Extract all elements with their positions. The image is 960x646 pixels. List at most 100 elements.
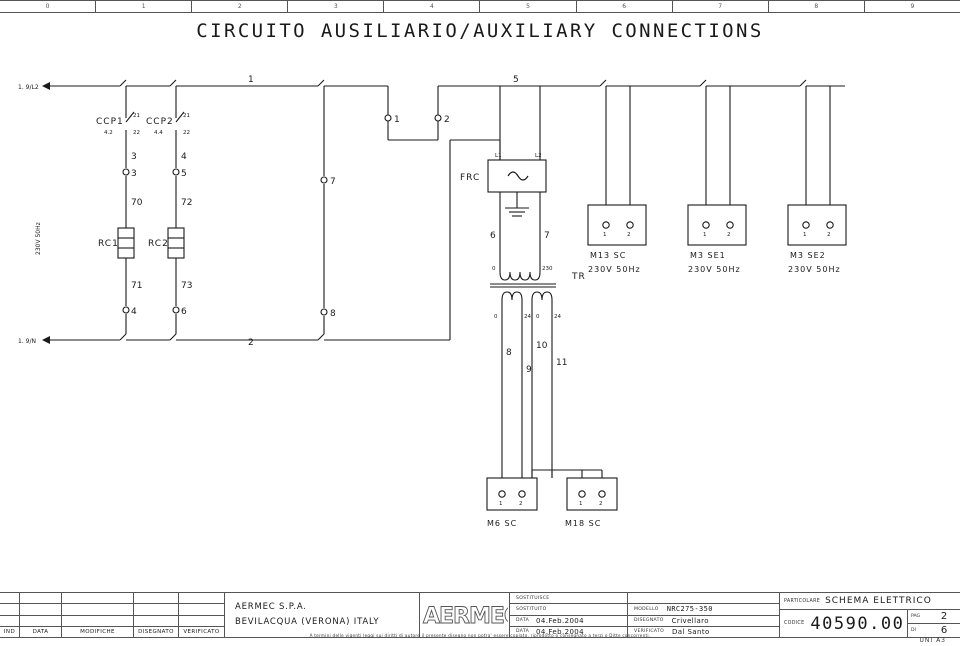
wire-label-70: 70 — [131, 198, 143, 208]
revision-cell — [179, 604, 224, 614]
contactor-ref-ccp1: 4.2 — [104, 130, 113, 136]
terminal-pin: 1 — [499, 501, 503, 507]
svg-text:AERMEC: AERMEC — [423, 604, 508, 629]
page-value: 2 — [940, 611, 948, 622]
terminal-pin: 1 — [603, 232, 607, 238]
wire-label-11-sec: 11 — [556, 358, 567, 368]
revision-cell — [62, 604, 134, 615]
wire-label-term-2: 2 — [444, 115, 450, 125]
particular-label: PARTICOLARE — [784, 598, 821, 604]
revision-cell — [0, 615, 20, 626]
terminal-block-name-m13sc: M13 SC — [590, 251, 626, 260]
wire-label-4-node: 4 — [131, 307, 137, 317]
date1-field: DATA 04.Feb.2004 — [510, 615, 628, 626]
meta-row-sostituito: SOSTITUITO MODELLO NRC275-350 — [510, 604, 779, 616]
terminal-pin: 2 — [627, 232, 631, 238]
meta-row-drawn: DATA 04.Feb.2004 DISEGNATO Crivellaro — [510, 615, 779, 627]
supply-voltage-label: 230V 50Hz — [35, 222, 42, 255]
document-meta: SOSTITUISCE SOSTITUITO MODELLO NRC275-35… — [510, 593, 780, 637]
sostituisce-field: SOSTITUISCE — [510, 593, 628, 604]
transformer-sec1-24: 24 — [524, 314, 531, 320]
terminal-pin: 1 — [703, 232, 707, 238]
wire-label-8-sec: 8 — [506, 348, 512, 358]
terminal-pin: 1 — [803, 232, 807, 238]
contactor-terminal-ccp1-top: 21 — [133, 113, 140, 119]
wire-label-1: 1 — [248, 75, 254, 85]
resistor-label-rc2: RC2 — [148, 239, 169, 249]
terminal-pin: 2 — [727, 232, 731, 238]
revision-cell — [0, 593, 20, 604]
revision-table: IND DATA MODIFICHE DISEGNATO VERIFICATO — [0, 593, 225, 637]
model-label: MODELLO — [634, 606, 659, 612]
wire-label-6-primary: 6 — [490, 231, 496, 241]
paper-standard-label: UNI A3 — [919, 637, 946, 644]
terminal-pin: 2 — [827, 232, 831, 238]
revision-cell — [20, 615, 62, 626]
revision-cell — [134, 615, 179, 626]
terminal-block-name-m18sc: M18 SC — [565, 519, 601, 528]
revision-row — [0, 615, 224, 627]
filter-input-l1: L1 — [495, 153, 502, 159]
revision-cell — [179, 593, 224, 603]
revision-cell — [0, 604, 20, 615]
revision-row — [0, 604, 224, 616]
wire-label-5: 5 — [513, 75, 519, 85]
drawn-label: DISEGNATO — [634, 618, 664, 624]
code-label: CODICE — [784, 621, 805, 626]
contactor-label-ccp2: CCP2 — [146, 117, 174, 127]
terminal-block-rating-m13sc: 230V 50Hz — [588, 265, 641, 274]
drawn-value: Crivellaro — [671, 616, 709, 625]
revision-cell — [20, 604, 62, 615]
sostituito-label: SOSTITUITO — [516, 606, 547, 612]
spacer-cell — [628, 593, 779, 603]
contactor-ref-ccp2: 4.4 — [154, 130, 163, 136]
transformer-sec2-24: 24 — [554, 314, 561, 320]
title-block: IND DATA MODIFICHE DISEGNATO VERIFICATO … — [0, 592, 960, 638]
contactor-terminal-ccp2-top: 21 — [183, 113, 190, 119]
wire-label-7-primary: 7 — [544, 231, 550, 241]
wire-label-72: 72 — [181, 198, 192, 208]
rail-label-l2: 1. 9/L2 — [18, 84, 39, 91]
filter-label-frc: FRC — [460, 173, 480, 183]
wire-label-5-node: 5 — [181, 169, 187, 179]
terminal-pin: 2 — [519, 501, 523, 507]
terminal-block-name-m6sc: M6 SC — [487, 519, 517, 528]
page-label: PAG — [911, 614, 921, 619]
company-name: AERMEC S.P.A. — [235, 602, 307, 612]
code-value: 40590.00 — [810, 613, 905, 634]
transformer-label-tr: TR — [571, 272, 586, 282]
drawn-field: DISEGNATO Crivellaro — [628, 616, 779, 626]
wire-label-3-upper: 3 — [131, 152, 137, 162]
terminal-block-rating-m3se1: 230V 50Hz — [688, 265, 741, 274]
date1-value: 04.Feb.2004 — [536, 616, 585, 625]
model-value: NRC275-350 — [666, 605, 713, 614]
terminal-pin: 1 — [579, 501, 583, 507]
contactor-terminal-ccp2-bottom: 22 — [183, 130, 190, 136]
meta-row-sostituisce: SOSTITUISCE — [510, 593, 779, 605]
wire-label-6-node: 6 — [181, 307, 187, 317]
wire-label-4-upper: 4 — [181, 152, 187, 162]
wire-label-9-sec: 9 — [526, 365, 532, 375]
terminal-pin: 2 — [599, 501, 603, 507]
wire-label-3-node: 3 — [131, 169, 137, 179]
aermec-logo: AERMEC — [420, 593, 510, 637]
terminal-block-rating-m3se2: 230V 50Hz — [788, 265, 841, 274]
transformer-sec1-0: 0 — [494, 314, 498, 320]
transformer-primary-230: 230 — [542, 266, 553, 272]
drawing-sheet: 0 1 2 3 4 5 6 7 8 9 CIRCUITO AUSILIARIO/… — [0, 0, 960, 646]
particular-field: PARTICOLARE SCHEMA ELETTRICO — [780, 593, 960, 610]
copyright-notice: A termini delle vigenti leggi sui diritt… — [309, 633, 651, 638]
filter-input-l2: L2 — [535, 153, 542, 159]
transformer-primary-0: 0 — [492, 266, 496, 272]
transformer-sec2-0: 0 — [536, 314, 540, 320]
rail-label-n: 1. 9/N — [18, 338, 36, 345]
terminal-block-name-m3se2: M3 SE2 — [790, 251, 826, 260]
company-info: AERMEC S.P.A. BEVILACQUA (VERONA) ITALY — [225, 593, 420, 637]
page-row: PAG 2 — [908, 610, 960, 624]
wire-label-2: 2 — [248, 338, 254, 348]
contactor-terminal-ccp1-bottom: 22 — [133, 130, 140, 136]
wire-label-10-sec: 10 — [536, 341, 548, 351]
revision-cell — [179, 616, 224, 626]
company-address: BEVILACQUA (VERONA) ITALY — [235, 617, 380, 627]
schematic-diagram: 1. 9/L2 1. 9/N 230V 50Hz 1 5 2 CCP1 4.2 … — [18, 75, 847, 528]
